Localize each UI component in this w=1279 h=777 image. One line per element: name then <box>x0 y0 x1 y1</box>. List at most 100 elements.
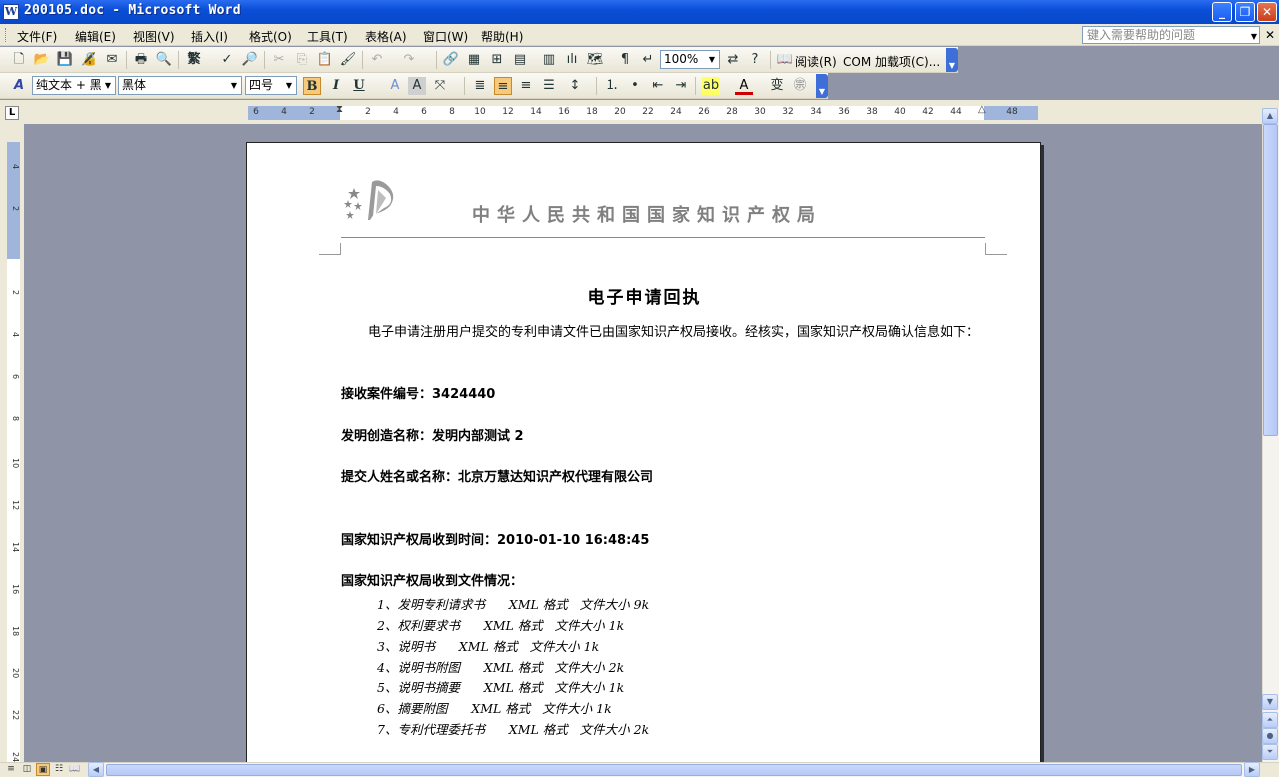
new-document-icon[interactable]: 🗋 <box>10 51 28 69</box>
paste-icon[interactable]: 📋 <box>316 51 334 69</box>
close-document-button[interactable]: ✕ <box>1265 28 1275 42</box>
menu-view[interactable]: 视图(V) <box>133 28 175 45</box>
document-page[interactable]: 中华人民共和国国家知识产权局 电子申请回执 电子申请注册用户提交的专利申请文件已… <box>246 142 1041 772</box>
print-icon[interactable]: 🖶 <box>132 51 150 69</box>
undo-icon[interactable]: ↶ <box>368 51 386 69</box>
tab-selector[interactable]: L <box>5 106 19 120</box>
print-preview-icon[interactable]: 🔍 <box>155 51 173 69</box>
decrease-indent-icon[interactable]: ⇤ <box>649 77 667 95</box>
print-layout-icon[interactable]: ▣ <box>36 763 50 776</box>
next-page-icon[interactable]: ⏷ <box>1262 744 1278 760</box>
help-search-input[interactable]: 键入需要帮助的问题 ▼ <box>1082 26 1260 44</box>
chevron-down-icon[interactable]: ▼ <box>706 52 718 67</box>
drawing-icon[interactable]: ılı <box>563 51 581 69</box>
read-button[interactable]: 阅读(R) <box>795 53 837 70</box>
minimize-button[interactable]: _ <box>1212 2 1232 22</box>
menu-format[interactable]: 格式(O) <box>249 28 292 45</box>
vertical-scroll-thumb[interactable] <box>1263 124 1278 436</box>
spelling-icon[interactable]: ✓ <box>218 51 236 69</box>
toolbar-options-icon[interactable]: ▼ <box>816 74 828 98</box>
cut-icon[interactable]: ✂ <box>270 51 288 69</box>
vertical-ruler[interactable]: 4 2 2 4 6 8 10 12 14 16 18 20 22 24 <box>0 124 24 764</box>
ruler-tick-label: 22 <box>642 107 654 117</box>
scroll-down-icon[interactable]: ▼ <box>1262 694 1278 710</box>
bold-button[interactable]: B <box>303 77 321 95</box>
show-formatting-icon[interactable]: ↵ <box>639 51 657 69</box>
restore-button[interactable]: ❐ <box>1235 2 1255 22</box>
com-addins-button[interactable]: COM 加载项(C)... <box>843 53 940 70</box>
menu-window[interactable]: 窗口(W) <box>423 28 468 45</box>
horizontal-ruler[interactable]: 6 4 2 2 4 6 8 10 12 14 16 18 20 22 24 26 28 30 32 34 36 38 40 4… <box>248 104 1038 120</box>
traditional-chinese-icon[interactable]: 繁 <box>185 51 203 69</box>
italic-button[interactable]: I <box>327 77 345 95</box>
help-icon[interactable]: ? <box>746 51 764 69</box>
open-folder-icon[interactable]: 📂 <box>33 51 51 69</box>
document-map-icon[interactable]: 🗺 <box>586 51 604 69</box>
menu-table[interactable]: 表格(A) <box>365 28 407 45</box>
insert-excel-icon[interactable]: ▤ <box>511 51 529 69</box>
chevron-down-icon[interactable]: ▼ <box>228 78 240 93</box>
character-border-icon[interactable]: A <box>386 77 404 95</box>
styles-pane-icon[interactable]: A <box>10 77 28 95</box>
menu-tools[interactable]: 工具(T) <box>307 28 348 45</box>
permission-icon[interactable]: 🔏 <box>80 51 98 69</box>
separator <box>464 77 465 95</box>
scroll-right-icon[interactable]: ▶ <box>1244 762 1260 777</box>
close-button[interactable]: ✕ <box>1257 2 1277 22</box>
hyperlink-icon[interactable]: 🔗 <box>442 51 460 69</box>
sipo-logo <box>344 180 394 220</box>
scroll-up-icon[interactable]: ▲ <box>1262 108 1278 124</box>
research-icon[interactable]: 🔎 <box>241 51 259 69</box>
font-color-icon[interactable]: A <box>735 77 753 95</box>
toolbar-options-icon[interactable]: ▼ <box>946 48 958 72</box>
numbering-icon[interactable]: ⒈ <box>603 77 621 95</box>
browse-object-icon[interactable]: ● <box>1262 728 1278 744</box>
highlight-icon[interactable]: ab <box>702 77 720 95</box>
menu-file[interactable]: 文件(F) <box>17 28 57 45</box>
align-right-icon[interactable]: ≡ <box>517 77 535 95</box>
show-hide-icon[interactable]: ¶ <box>616 51 634 69</box>
phonetic-guide-icon[interactable]: 变 <box>768 77 786 95</box>
insert-table-icon[interactable]: ⊞ <box>488 51 506 69</box>
character-shading-icon[interactable]: A <box>408 77 426 95</box>
horizontal-scroll-thumb[interactable] <box>106 764 1242 776</box>
bullets-icon[interactable]: • <box>626 77 644 95</box>
align-center-icon[interactable]: ≡ <box>494 77 512 95</box>
line-spacing-icon[interactable]: ↕ <box>566 77 584 95</box>
normal-view-icon[interactable]: ≡ <box>4 763 18 776</box>
format-painter-icon[interactable]: 🖌 <box>339 51 357 69</box>
style-select[interactable]: 纯文本 + 黑 ▼ <box>32 76 116 95</box>
menu-grip[interactable] <box>5 28 8 42</box>
read-icon: 📖 <box>776 52 794 67</box>
chevron-down-icon[interactable]: ▼ <box>1251 29 1257 45</box>
chevron-down-icon[interactable]: ▼ <box>102 78 114 93</box>
right-indent-marker[interactable]: △ <box>978 104 986 115</box>
word-app-icon[interactable]: W <box>3 4 19 20</box>
menu-edit[interactable]: 编辑(E) <box>75 28 116 45</box>
redo-icon[interactable]: ↷ <box>400 51 418 69</box>
distributed-icon[interactable]: ☰ <box>540 77 558 95</box>
align-justify-icon[interactable]: ≣ <box>471 77 489 95</box>
left-indent-marker[interactable]: ⧗ <box>336 104 343 115</box>
scroll-left-icon[interactable]: ◀ <box>88 762 104 777</box>
menu-insert[interactable]: 插入(I) <box>191 28 228 45</box>
font-size-select[interactable]: 四号 ▼ <box>245 76 297 95</box>
columns-icon[interactable]: ▥ <box>540 51 558 69</box>
increase-indent-icon[interactable]: ⇥ <box>672 77 690 95</box>
reading-view-icon[interactable]: 📖 <box>68 763 82 776</box>
zoom-select[interactable]: 100% ▼ <box>660 50 720 69</box>
share-icon[interactable]: ⇄ <box>724 51 742 69</box>
enclose-characters-icon[interactable]: ㊪ <box>791 77 809 95</box>
character-scaling-icon[interactable]: ⤧ <box>431 77 449 95</box>
underline-button[interactable]: U <box>350 77 368 95</box>
tables-borders-icon[interactable]: ▦ <box>465 51 483 69</box>
font-select[interactable]: 黑体 ▼ <box>118 76 242 95</box>
save-icon[interactable]: 💾 <box>56 51 74 69</box>
menu-help[interactable]: 帮助(H) <box>481 28 523 45</box>
previous-page-icon[interactable]: ⏶ <box>1262 712 1278 728</box>
web-view-icon[interactable]: ◫ <box>20 763 34 776</box>
outline-view-icon[interactable]: ☷ <box>52 763 66 776</box>
email-icon[interactable]: ✉ <box>103 51 121 69</box>
chevron-down-icon[interactable]: ▼ <box>283 78 295 93</box>
copy-icon[interactable]: ⎘ <box>293 51 311 69</box>
